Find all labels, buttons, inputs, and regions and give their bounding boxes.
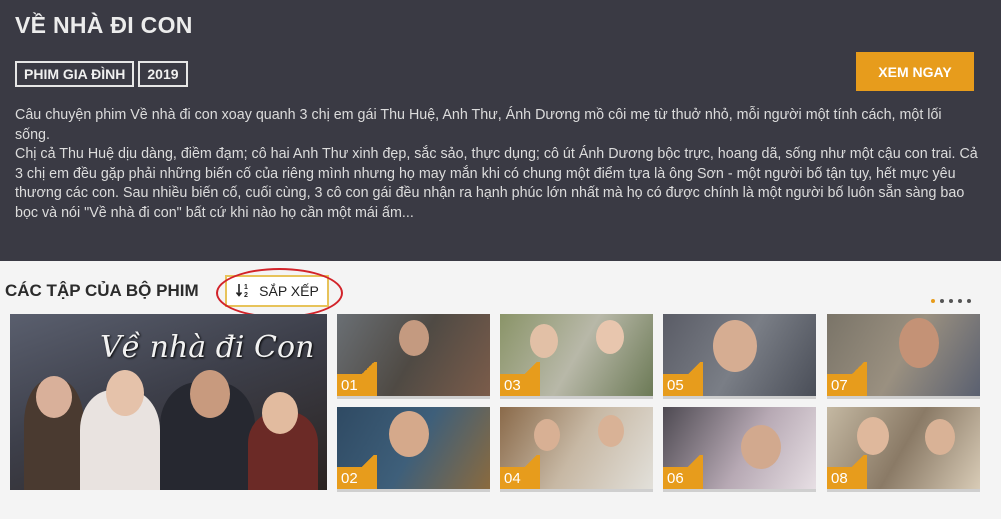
pagination-dot[interactable] xyxy=(940,299,944,303)
carousel-pagination xyxy=(931,299,971,303)
episode-face xyxy=(899,318,939,368)
movie-title: VỀ NHÀ ĐI CON xyxy=(15,12,193,38)
episode-thumbnail[interactable]: 01 xyxy=(337,314,490,399)
episode-number: 05 xyxy=(667,377,684,394)
episode-number: 02 xyxy=(341,470,358,487)
episode-number: 04 xyxy=(504,470,521,487)
poster-face xyxy=(262,392,298,434)
pagination-dot[interactable] xyxy=(931,299,935,303)
sort-label: SẮP XẾP xyxy=(259,283,319,299)
episode-number: 08 xyxy=(831,470,848,487)
description-paragraph: Câu chuyện phim Về nhà đi con xoay quanh… xyxy=(15,107,942,143)
episode-face xyxy=(741,425,781,469)
movie-description: Câu chuyện phim Về nhà đi con xoay quanh… xyxy=(15,106,980,223)
episode-face xyxy=(534,419,560,451)
series-poster[interactable]: Về nhà đi Con xyxy=(10,314,327,490)
episode-thumbnail[interactable]: 08 xyxy=(827,407,980,492)
genre-tag[interactable]: PHIM GIA ĐÌNH xyxy=(15,61,135,87)
svg-text:2: 2 xyxy=(244,292,248,298)
episode-face xyxy=(925,419,955,455)
episode-number: 03 xyxy=(504,377,521,394)
episode-thumbnail[interactable]: 06 xyxy=(663,407,816,492)
sort-button[interactable]: 1 2 SẮP XẾP xyxy=(225,275,329,307)
episode-face xyxy=(598,415,624,447)
poster-face xyxy=(106,370,144,416)
episode-thumbnail[interactable]: 04 xyxy=(500,407,653,492)
sort-az-icon: 1 2 xyxy=(235,282,251,301)
episode-thumbnail[interactable]: 05 xyxy=(663,314,816,399)
episode-face xyxy=(857,417,889,455)
episode-thumbnail[interactable]: 07 xyxy=(827,314,980,399)
episodes-heading: CÁC TẬP CỦA BỘ PHIM xyxy=(5,281,199,300)
pagination-dot[interactable] xyxy=(967,299,971,303)
description-paragraph: Chị cả Thu Huệ dịu dàng, điềm đạm; cô ha… xyxy=(15,146,978,221)
episode-face xyxy=(713,320,757,372)
poster-face xyxy=(190,370,230,418)
poster-title: Về nhà đi Con xyxy=(100,330,315,365)
episode-face xyxy=(530,324,558,358)
episode-number: 01 xyxy=(341,377,358,394)
pagination-dot[interactable] xyxy=(958,299,962,303)
poster-face xyxy=(36,376,72,418)
episode-face xyxy=(399,320,429,356)
pagination-dot[interactable] xyxy=(949,299,953,303)
year-tag[interactable]: 2019 xyxy=(138,61,188,87)
episode-face xyxy=(389,411,429,457)
movie-hero: VỀ NHÀ ĐI CON PHIM GIA ĐÌNH 2019 XEM NGA… xyxy=(0,0,1001,261)
episode-number: 07 xyxy=(831,377,848,394)
episode-thumbnail[interactable]: 02 xyxy=(337,407,490,492)
episode-face xyxy=(596,320,624,354)
svg-text:1: 1 xyxy=(244,284,248,291)
movie-tags: PHIM GIA ĐÌNH 2019 xyxy=(15,61,188,87)
episode-thumbnail[interactable]: 03 xyxy=(500,314,653,399)
episode-number: 06 xyxy=(667,470,684,487)
watch-now-button[interactable]: XEM NGAY xyxy=(856,52,974,91)
